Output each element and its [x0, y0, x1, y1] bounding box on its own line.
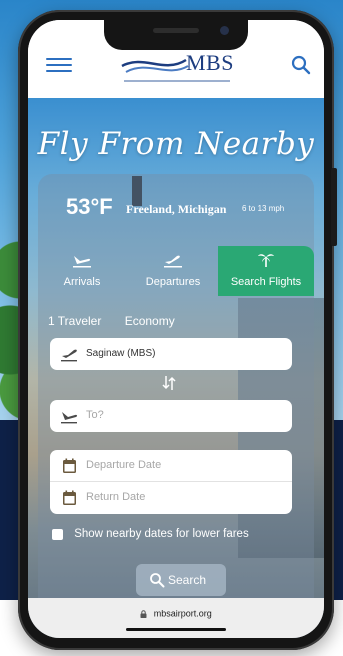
plane-landing-icon [60, 408, 80, 424]
tab-search-flights[interactable]: Search Flights [218, 246, 314, 296]
cabin-class-select[interactable]: Economy [125, 314, 175, 328]
tab-arrivals[interactable]: Arrivals [38, 246, 126, 296]
from-value: Saginaw (MBS) [86, 348, 156, 359]
home-indicator[interactable] [126, 628, 226, 631]
plane-takeoff-icon [60, 346, 80, 362]
return-date-field[interactable]: Return Date [50, 482, 292, 514]
weather-temperature: 53°F [66, 194, 113, 219]
weather-widget: 53°F Freeland, Michigan 6 to 13 mph [38, 194, 314, 224]
tab-departures-label: Departures [145, 276, 201, 288]
tab-arrivals-label: Arrivals [63, 276, 101, 288]
palm-tree-icon [255, 252, 277, 268]
hero-section: Fly From Nearby 53°F Freeland, Michigan … [28, 98, 324, 638]
front-camera [220, 26, 229, 35]
departure-date-field[interactable]: Departure Date [50, 450, 292, 482]
flight-search-card: 53°F Freeland, Michigan 6 to 13 mph Arri… [38, 174, 314, 618]
speaker-grille [153, 28, 199, 33]
nearby-dates-checkbox[interactable] [52, 528, 63, 540]
search-button[interactable]: Search [136, 564, 226, 596]
url-display: mbsairport.org [28, 608, 324, 619]
weather-wind: 6 to 13 mph [242, 204, 285, 213]
phone-screen: MBS Fly From Nearby 53°F Freeland, Michi… [28, 20, 324, 638]
calendar-icon [60, 458, 80, 474]
departure-date-placeholder: Departure Date [86, 459, 162, 471]
calendar-icon [60, 490, 80, 506]
power-button [331, 168, 337, 246]
lock-icon [140, 609, 147, 618]
search-icon [149, 572, 165, 588]
hamburger-icon[interactable] [46, 56, 72, 74]
mbs-logo[interactable]: MBS [114, 48, 240, 88]
url-text: mbsairport.org [153, 608, 212, 619]
logo-text: MBS [186, 50, 234, 75]
to-placeholder: To? [86, 409, 104, 421]
plane-landing-icon [71, 252, 93, 268]
tab-search-flights-label: Search Flights [230, 276, 302, 288]
trip-options: 1 Traveler Economy [48, 314, 195, 330]
browser-url-bar[interactable]: mbsairport.org [28, 598, 324, 638]
nearby-dates-option: Show nearby dates for lower fares [52, 528, 249, 544]
flight-tabs: Arrivals Departures Search Flights [38, 246, 314, 296]
from-field[interactable]: Saginaw (MBS) [50, 338, 292, 370]
tab-departures[interactable]: Departures [128, 246, 218, 296]
nearby-dates-label: Show nearby dates for lower fares [74, 528, 249, 540]
plane-takeoff-icon [162, 252, 184, 268]
to-field[interactable]: To? [50, 400, 292, 432]
weather-location: Freeland, Michigan [126, 202, 227, 216]
notch [104, 20, 248, 50]
traveler-count-select[interactable]: 1 Traveler [48, 314, 101, 328]
swap-arrows-icon[interactable] [160, 374, 178, 392]
hero-title: Fly From Nearby [37, 126, 315, 162]
search-icon[interactable] [290, 54, 312, 76]
return-date-placeholder: Return Date [86, 491, 146, 503]
date-fields: Departure Date Return Date [50, 450, 292, 514]
search-button-label: Search [168, 573, 207, 587]
